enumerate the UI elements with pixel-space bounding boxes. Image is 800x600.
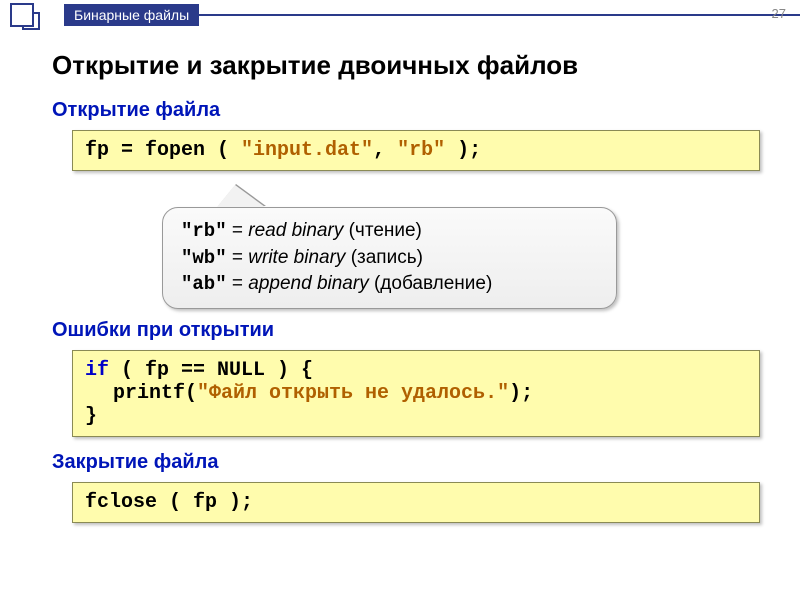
code-text: );	[445, 139, 481, 162]
section-close-heading: Закрытие файла	[52, 451, 760, 474]
logo-square-icon	[10, 3, 34, 27]
mode-meaning: append binary	[248, 273, 368, 294]
callout-tail-icon	[217, 185, 265, 207]
code-text: ,	[373, 139, 397, 162]
code-text: }	[85, 405, 97, 428]
code-errors: if ( fp == NULL ) { printf("Файл открыть…	[72, 350, 760, 437]
mode-ab: "ab" = append binary (добавление)	[181, 271, 598, 298]
modes-callout: "rb" = read binary (чтение) "wb" = write…	[162, 185, 617, 309]
page-number: 27	[772, 6, 786, 21]
mode-code: "rb"	[181, 220, 227, 242]
code-string: "Файл открыть не удалось."	[197, 382, 509, 405]
mode-ru: (запись)	[345, 247, 423, 268]
mode-code: "ab"	[181, 273, 227, 295]
code-text: );	[509, 382, 533, 405]
code-open: fp = fopen ( "input.dat", "rb" );	[72, 130, 760, 171]
mode-ru: (чтение)	[343, 220, 422, 241]
breadcrumb: Бинарные файлы	[64, 4, 199, 26]
code-keyword: if	[85, 359, 109, 382]
code-close: fclose ( fp );	[72, 482, 760, 523]
code-string: "input.dat"	[241, 139, 373, 162]
mode-eq: =	[227, 220, 249, 241]
mode-meaning: read binary	[248, 220, 343, 241]
code-text: ( fp == NULL ) {	[109, 359, 313, 382]
mode-ru: (добавление)	[369, 273, 493, 294]
mode-meaning: write binary	[248, 247, 345, 268]
header-rule	[199, 14, 800, 16]
mode-wb: "wb" = write binary (запись)	[181, 245, 598, 272]
section-errors-heading: Ошибки при открытии	[52, 319, 760, 342]
mode-code: "wb"	[181, 247, 227, 269]
page-title: Открытие и закрытие двоичных файлов	[52, 50, 760, 81]
code-text: fp = fopen (	[85, 139, 241, 162]
slide-header: Бинарные файлы	[0, 0, 800, 30]
section-open-heading: Открытие файла	[52, 99, 760, 122]
code-string: "rb"	[397, 139, 445, 162]
mode-eq: =	[227, 247, 249, 268]
mode-rb: "rb" = read binary (чтение)	[181, 218, 598, 245]
mode-eq: =	[227, 273, 249, 294]
code-text: printf(	[113, 382, 197, 405]
